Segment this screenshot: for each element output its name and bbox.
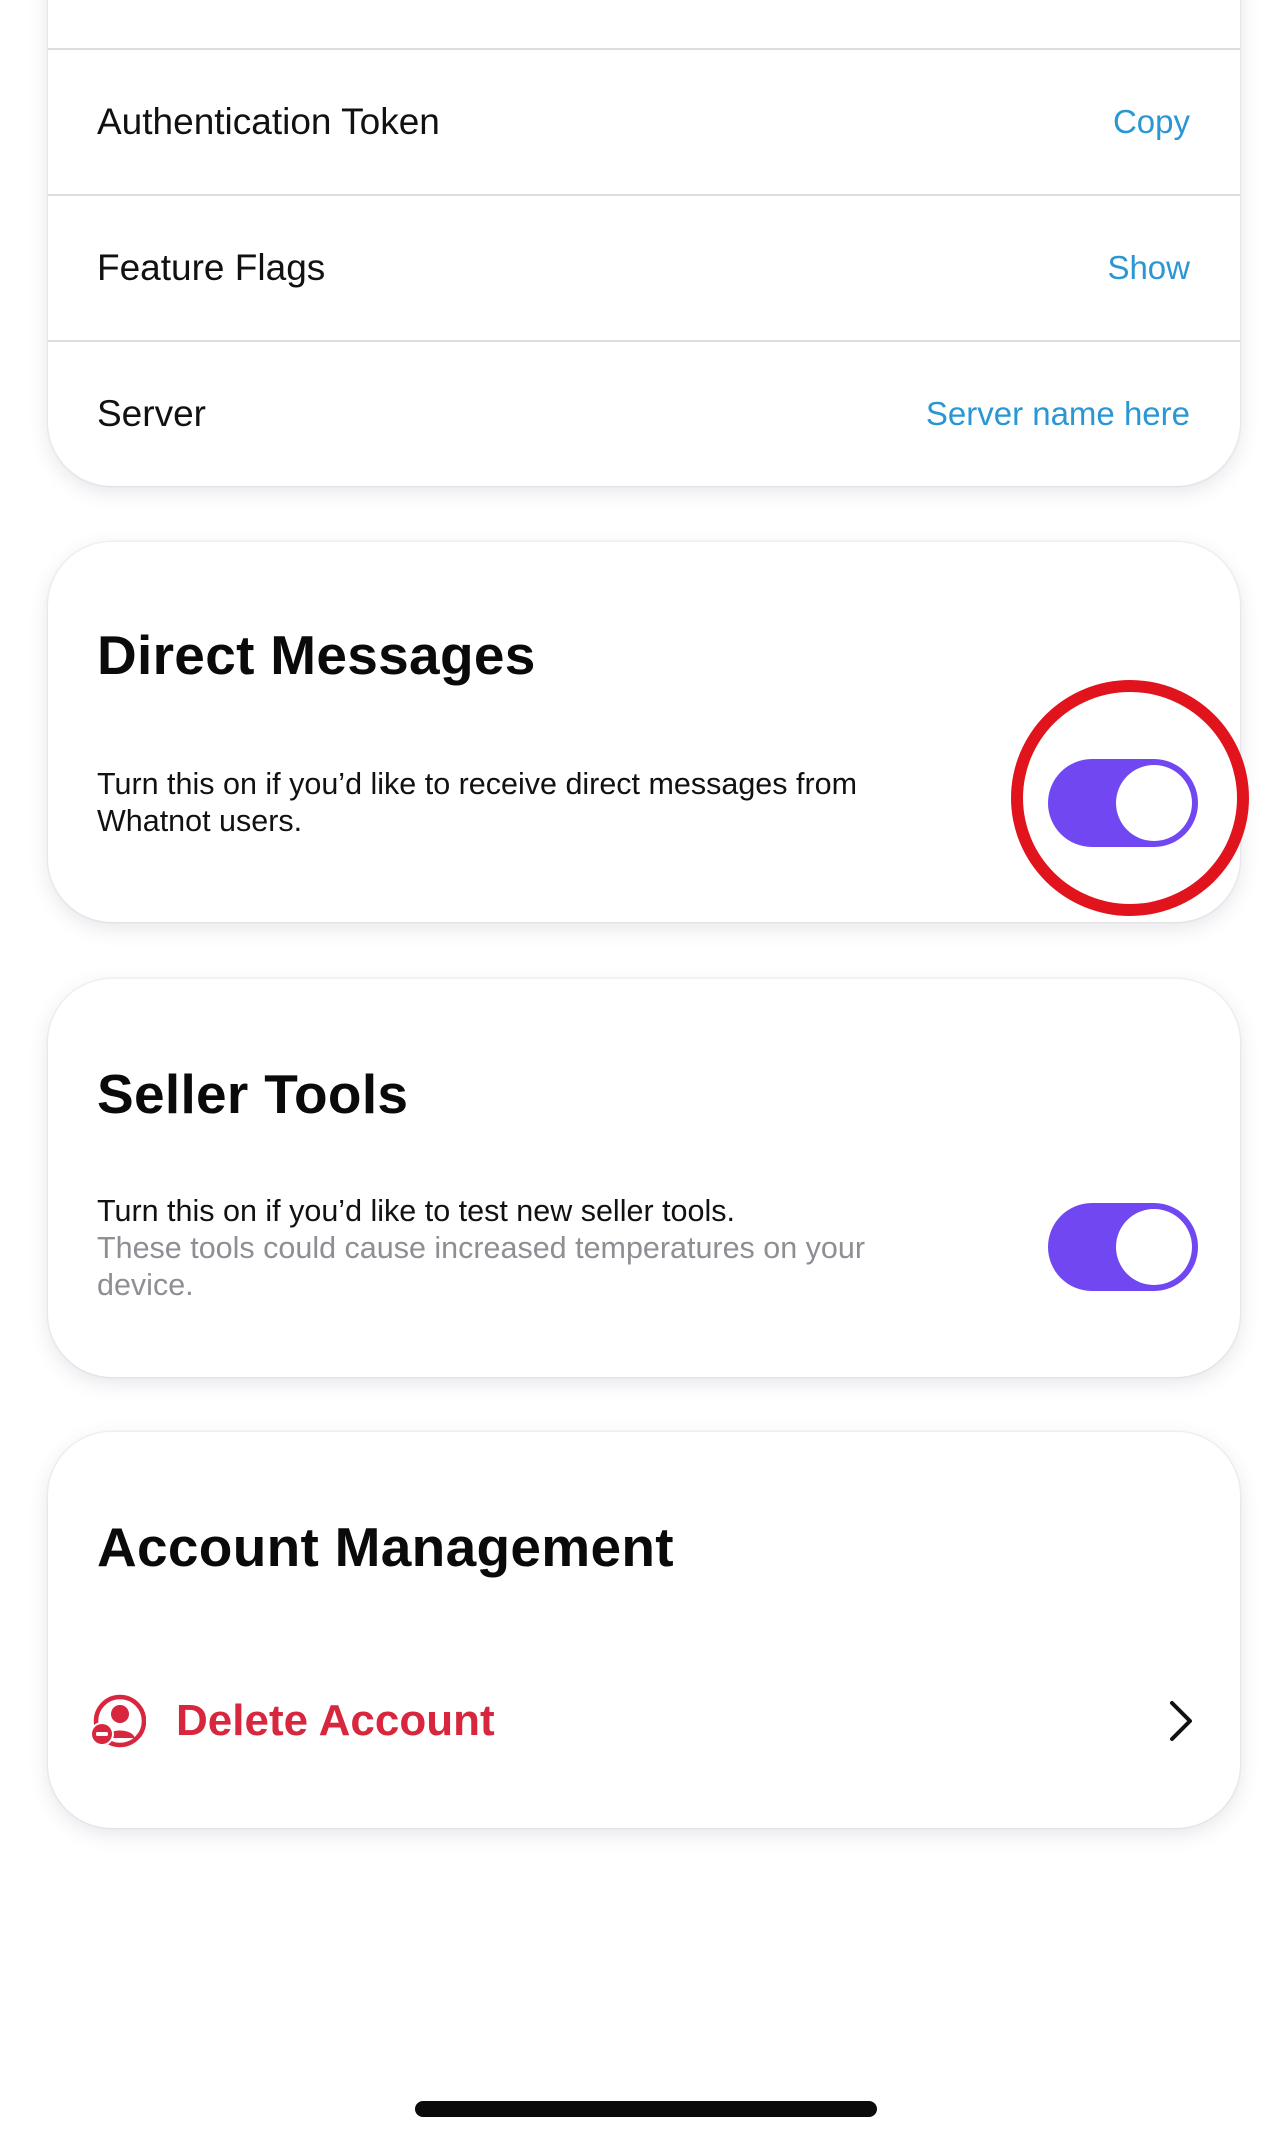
- seller-tools-description-block: Turn this on if you’d like to test new s…: [97, 1193, 917, 1304]
- account-management-title: Account Management: [97, 1516, 674, 1578]
- home-indicator[interactable]: [415, 2101, 877, 2117]
- show-feature-flags-button[interactable]: Show: [1107, 249, 1190, 287]
- seller-tools-toggle[interactable]: [1048, 1203, 1198, 1291]
- user-remove-icon: [88, 1692, 147, 1750]
- seller-tools-card: Seller Tools Turn this on if you’d like …: [48, 979, 1240, 1377]
- toggle-knob: [1116, 1209, 1192, 1285]
- server-row: Server Server name here: [48, 340, 1240, 486]
- delete-account-button[interactable]: Delete Account: [88, 1671, 1200, 1771]
- authentication-token-row: Authentication Token Copy: [48, 48, 1240, 194]
- authentication-token-label: Authentication Token: [97, 101, 440, 142]
- developer-info-card: Authentication Token Copy Feature Flags …: [48, 0, 1240, 486]
- direct-messages-title: Direct Messages: [97, 624, 536, 686]
- server-name-link[interactable]: Server name here: [926, 395, 1190, 433]
- seller-tools-title: Seller Tools: [97, 1063, 409, 1125]
- direct-messages-card: Direct Messages Turn this on if you’d li…: [48, 542, 1240, 922]
- account-management-card: Account Management Delete Account: [48, 1432, 1240, 1828]
- copy-token-button[interactable]: Copy: [1113, 103, 1190, 141]
- seller-tools-description: Turn this on if you’d like to test new s…: [97, 1194, 735, 1228]
- server-label: Server: [97, 393, 206, 434]
- delete-account-label: Delete Account: [176, 1696, 495, 1745]
- chevron-right-icon: [1160, 1699, 1200, 1743]
- direct-messages-description: Turn this on if you’d like to receive di…: [97, 767, 857, 838]
- seller-tools-warning: These tools could cause increased temper…: [97, 1231, 866, 1302]
- direct-messages-toggle[interactable]: [1048, 759, 1198, 847]
- feature-flags-label: Feature Flags: [97, 247, 326, 288]
- feature-flags-row: Feature Flags Show: [48, 194, 1240, 340]
- toggle-knob: [1116, 765, 1192, 841]
